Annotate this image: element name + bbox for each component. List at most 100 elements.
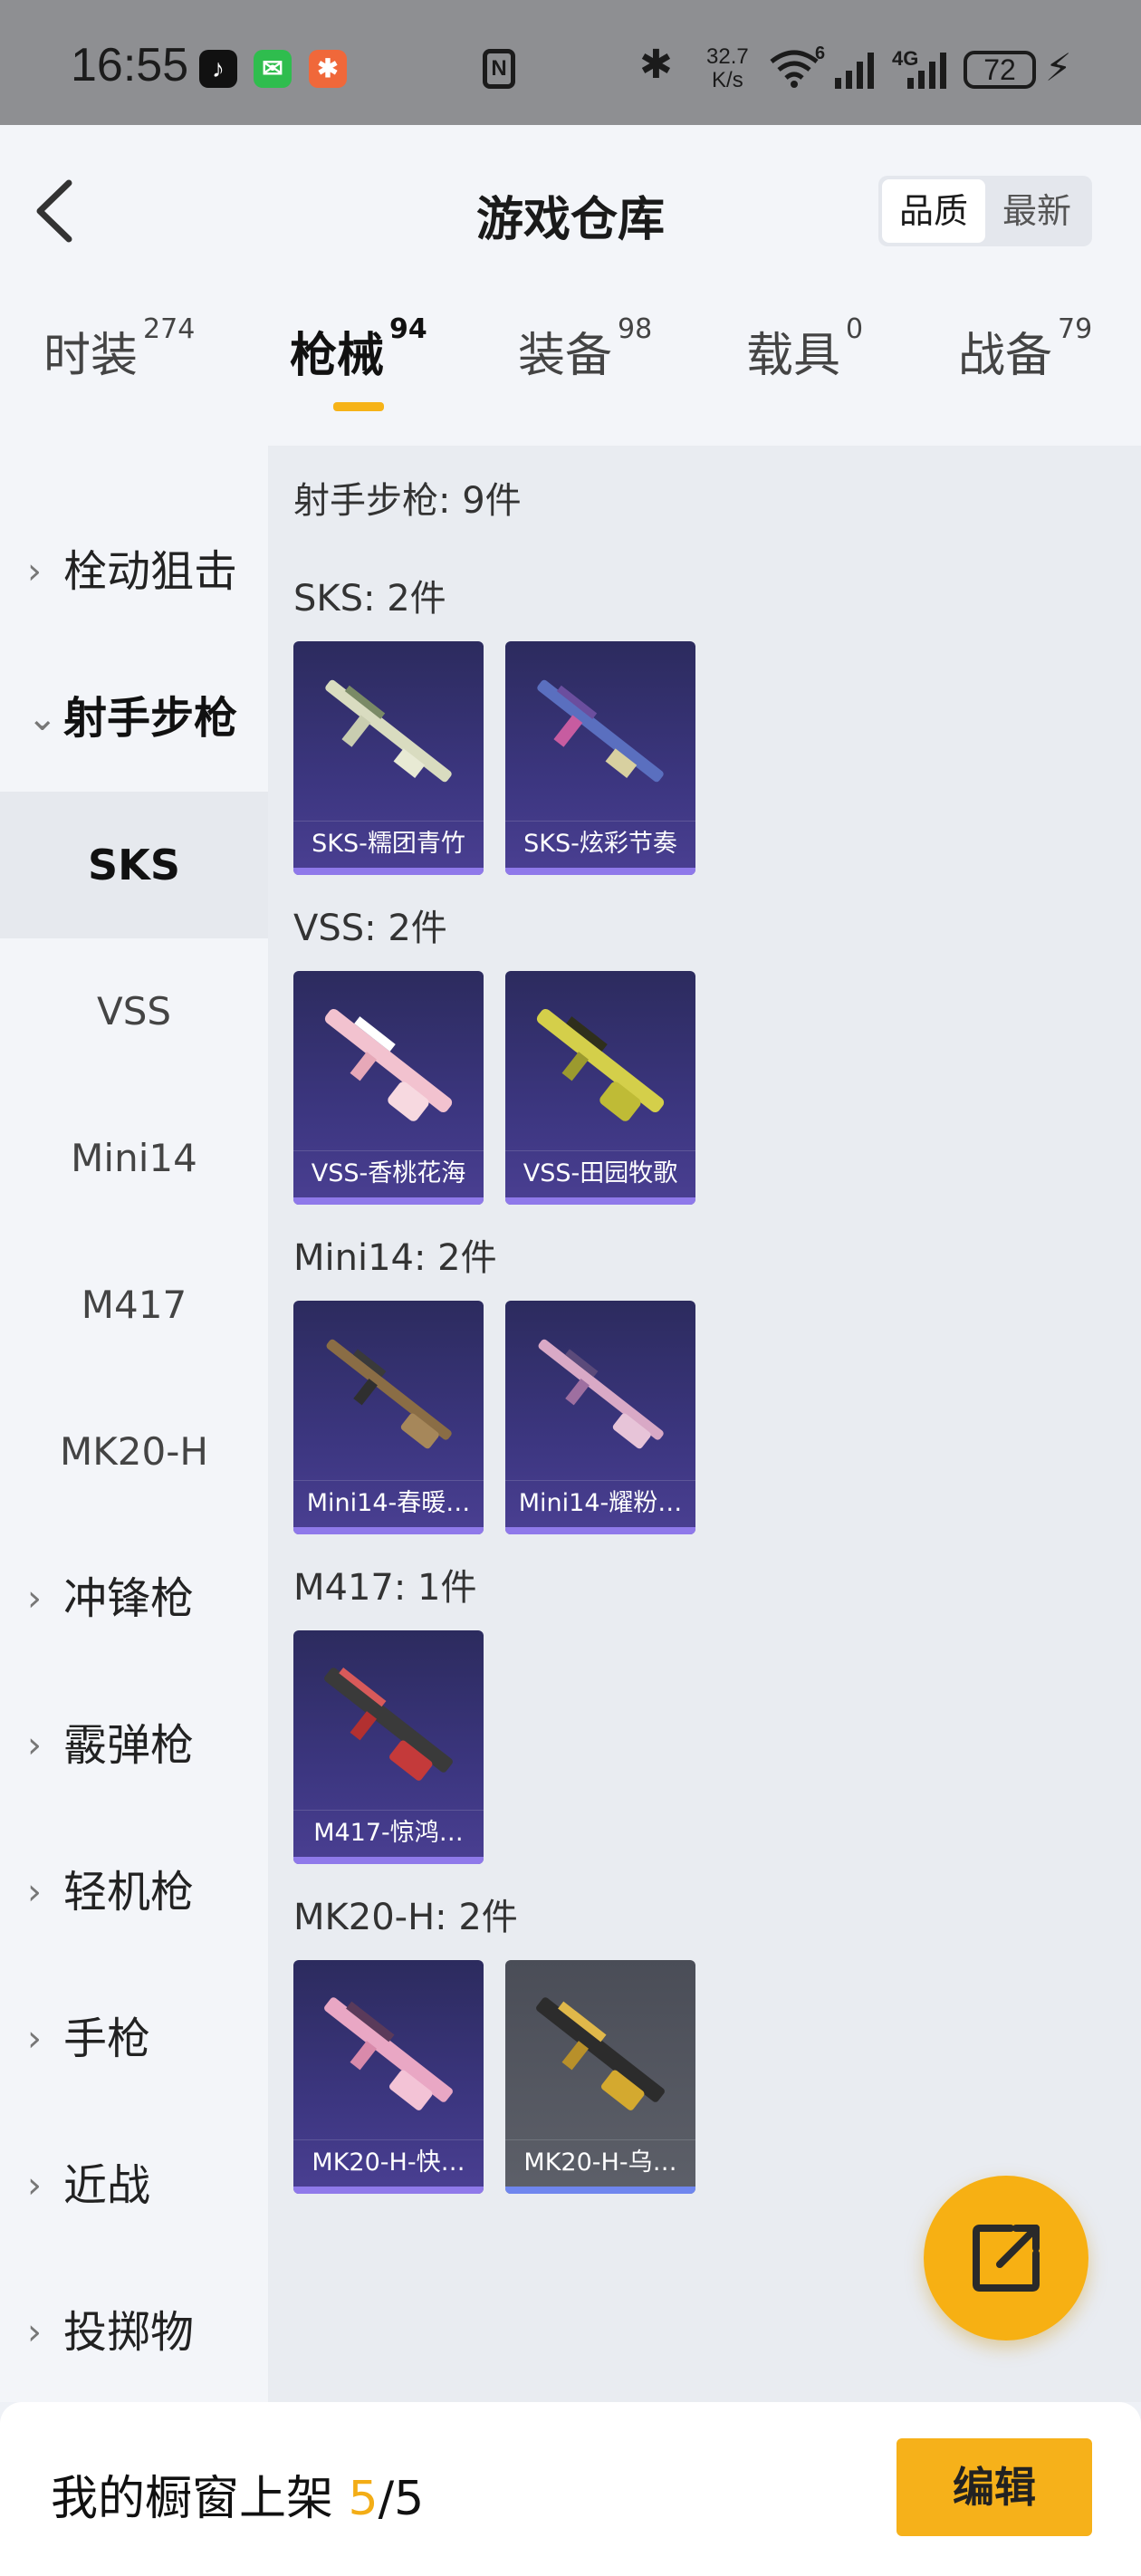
item-card[interactable]: VSS-香桃花海 (293, 971, 484, 1205)
item-name: Mini14-耀粉… (505, 1480, 695, 1525)
sidebar-item-label: 投掷物 (63, 2307, 195, 2358)
chevron-right-icon: › (27, 1725, 42, 1766)
sidebar-item-shotgun[interactable]: › 霰弹枪 (0, 1672, 268, 1819)
chevron-right-icon: › (27, 1578, 42, 1620)
chevron-right-icon: › (27, 551, 42, 592)
taobao-app-icon: ✱ (309, 50, 347, 88)
item-card[interactable]: M417-惊鸿… (293, 1630, 484, 1864)
rifle-icon (326, 1339, 452, 1449)
item-name: MK20-H-乌… (505, 2139, 695, 2185)
tab-count: 94 (389, 313, 427, 345)
item-card[interactable]: SKS-糯团青竹 (293, 641, 484, 875)
rarity-stripe (293, 1527, 484, 1534)
sidebar-item-label: 栓动狙击 (63, 546, 238, 597)
item-name: MK20-H-快… (293, 2139, 484, 2185)
tab-label: 枪械 (290, 329, 385, 383)
item-card[interactable]: MK20-H-快… (293, 1960, 484, 2194)
tiktok-app-icon: ♪ (199, 50, 237, 88)
net-speed-unit: K/s (712, 68, 743, 92)
edit-button[interactable]: 编辑 (896, 2438, 1092, 2536)
group-title: Mini14: 2件 (293, 1237, 497, 1279)
tab-fashion[interactable]: 时装 274 (43, 313, 195, 385)
sidebar-item-label: 手枪 (63, 2014, 151, 2064)
rifle-icon (538, 1339, 664, 1449)
group-title: MK20-H: 2件 (293, 1897, 518, 1938)
item-card[interactable]: SKS-炫彩节奏 (505, 641, 695, 875)
charging-icon: ⚡ (1045, 45, 1072, 90)
category-tabs: 时装 274 枪械 94 装备 98 载具 0 战备 79 (0, 313, 1141, 426)
tab-supplies[interactable]: 战备 79 (958, 313, 1092, 385)
rarity-stripe (505, 1527, 695, 1534)
item-name: SKS-糯团青竹 (293, 821, 484, 866)
sidebar-item-label: 轻机枪 (63, 1867, 195, 1918)
sidebar-item-label: 射手步枪 (63, 693, 238, 744)
share-external-icon (973, 2225, 1040, 2292)
signal-icon-2 (907, 53, 946, 89)
rifle-icon (324, 1668, 453, 1781)
signal-icon (835, 53, 874, 89)
showcase-current-count: 5 (348, 2472, 379, 2526)
rifle-icon (536, 1008, 665, 1121)
rifle-icon (537, 679, 664, 783)
rarity-stripe (293, 2187, 484, 2194)
tab-label: 装备 (518, 329, 613, 383)
tab-vehicles[interactable]: 载具 0 (746, 313, 863, 385)
tab-firearms[interactable]: 枪械 94 (290, 313, 427, 385)
sidebar-subitem-mini14[interactable]: Mini14 (0, 1085, 268, 1232)
sort-quality-option[interactable]: 品质 (882, 179, 985, 243)
sidebar-item-pistol[interactable]: › 手枪 (0, 1966, 268, 2112)
chevron-right-icon: › (27, 1871, 42, 1913)
battery-icon: 72 (964, 51, 1036, 89)
category-sidebar: › 栓动狙击 ⌄ 射手步枪 SKS VSS Mini14 M417 MK20-H… (0, 446, 268, 2402)
showcase-total-count: /5 (378, 2472, 425, 2526)
section-title: 射手步枪: 9件 (293, 480, 522, 522)
sort-newest-option[interactable]: 最新 (985, 179, 1088, 243)
rifle-icon (325, 679, 452, 783)
sidebar-item-label: 冲锋枪 (63, 1573, 195, 1624)
item-name: VSS-田园牧歌 (505, 1150, 695, 1196)
share-button[interactable] (924, 2176, 1088, 2341)
wifi-icon (770, 50, 819, 88)
rarity-stripe (505, 868, 695, 875)
sidebar-item-throwables[interactable]: › 投掷物 (0, 2259, 268, 2406)
item-card[interactable]: VSS-田园牧歌 (505, 971, 695, 1205)
sidebar-item-lmg[interactable]: › 轻机枪 (0, 1819, 268, 1966)
chevron-right-icon: › (27, 2312, 42, 2353)
tab-count: 98 (618, 313, 653, 345)
item-card[interactable]: MK20-H-乌… (505, 1960, 695, 2194)
tab-label: 时装 (43, 329, 139, 383)
sidebar-item-bolt-sniper[interactable]: › 栓动狙击 (0, 498, 268, 645)
item-name: VSS-香桃花海 (293, 1150, 484, 1196)
rarity-stripe (505, 2187, 695, 2194)
rarity-stripe (293, 1857, 484, 1864)
wifi-badge: 6 (815, 43, 826, 63)
tab-equipment[interactable]: 装备 98 (518, 313, 652, 385)
rarity-stripe (505, 1197, 695, 1205)
net-speed-value: 32.7 (706, 44, 749, 69)
showcase-label: 我的橱窗上架 (51, 2472, 334, 2526)
sidebar-subitem-m417[interactable]: M417 (0, 1232, 268, 1379)
sidebar-item-label: 近战 (63, 2160, 151, 2211)
chevron-right-icon: › (27, 2165, 42, 2206)
sort-toggle: 品质 最新 (878, 176, 1092, 246)
showcase-status: 我的橱窗上架 5/5 (51, 2460, 424, 2528)
sidebar-item-label: 霰弹枪 (63, 1720, 195, 1771)
item-card[interactable]: Mini14-春暖… (293, 1301, 484, 1534)
item-name: Mini14-春暖… (293, 1480, 484, 1525)
tab-label: 载具 (746, 329, 841, 383)
tab-count: 274 (143, 313, 196, 345)
rarity-stripe (293, 868, 484, 875)
sidebar-subitem-sks[interactable]: SKS (0, 792, 268, 938)
tab-count: 79 (1058, 313, 1093, 345)
sidebar-item-dmr[interactable]: ⌄ 射手步枪 (0, 645, 268, 792)
sidebar-subitem-vss[interactable]: VSS (0, 938, 268, 1085)
wechat-app-icon: ✉ (254, 50, 292, 88)
sidebar-subitem-mk20h[interactable]: MK20-H (0, 1379, 268, 1525)
sidebar-item-smg[interactable]: › 冲锋枪 (0, 1525, 268, 1672)
item-name: SKS-炫彩节奏 (505, 821, 695, 866)
item-card[interactable]: Mini14-耀粉… (505, 1301, 695, 1534)
group-title: VSS: 2件 (293, 908, 447, 949)
group-title: SKS: 2件 (293, 578, 446, 620)
sidebar-item-melee[interactable]: › 近战 (0, 2112, 268, 2259)
chevron-right-icon: › (27, 2018, 42, 2060)
